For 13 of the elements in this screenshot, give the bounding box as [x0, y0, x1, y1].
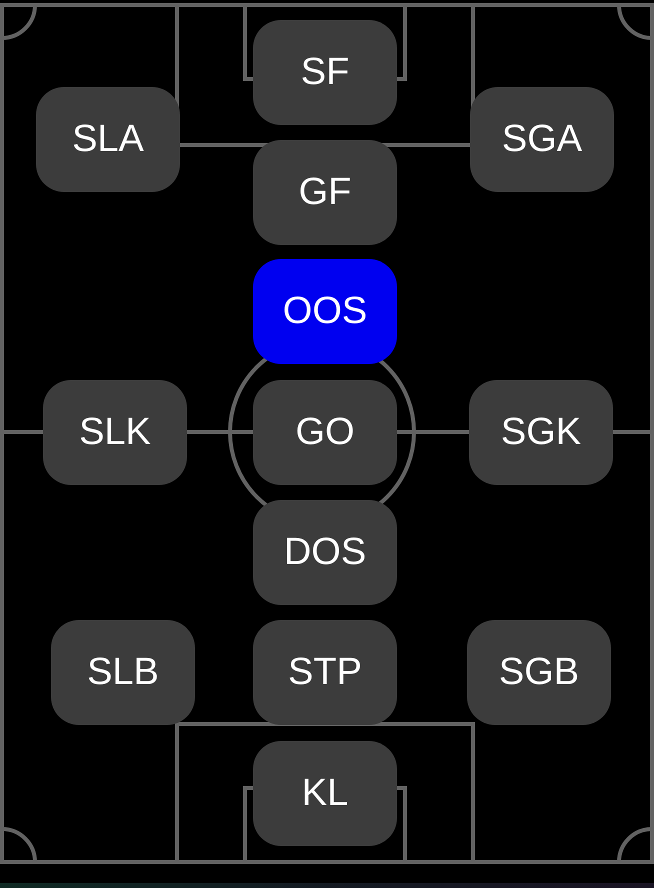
position-button[interactable]: SGK	[469, 380, 613, 485]
position-button[interactable]: GO	[253, 380, 397, 485]
position-button[interactable]: DOS	[253, 500, 397, 605]
position-button[interactable]: SLK	[43, 380, 187, 485]
position-button[interactable]: KL	[253, 741, 397, 846]
position-button[interactable]: STP	[253, 620, 397, 725]
position-button[interactable]: OOS	[253, 259, 397, 364]
position-button[interactable]: SLB	[51, 620, 195, 725]
position-button[interactable]: SGB	[467, 620, 611, 725]
position-button[interactable]: GF	[253, 140, 397, 245]
position-button[interactable]: SLA	[36, 87, 180, 192]
position-button[interactable]: SF	[253, 20, 397, 125]
position-button[interactable]: SGA	[470, 87, 614, 192]
